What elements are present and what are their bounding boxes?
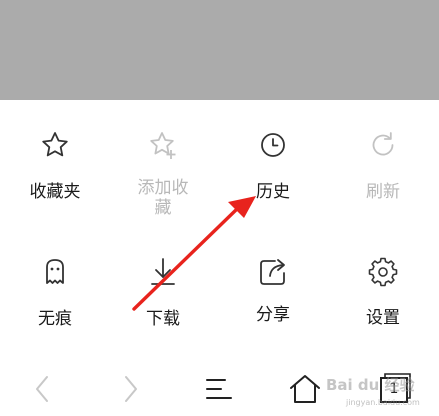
watermark: Bai du 经验 jingyan.baidu.com (326, 372, 436, 412)
menu-item-label: 下载 (146, 309, 180, 329)
chevron-right-icon (125, 376, 137, 402)
menu-item-downloads[interactable]: 下载 (108, 255, 218, 329)
menu-icon (206, 379, 232, 399)
menu-item-label: 分享 (256, 305, 290, 325)
menu-item-refresh[interactable]: 刷新 (328, 128, 438, 202)
menu-item-favorites[interactable]: 收藏夹 (0, 128, 110, 202)
gear-icon (368, 257, 398, 287)
back-button[interactable] (13, 362, 73, 416)
menu-item-label: 历史 (256, 182, 290, 202)
menu-button[interactable] (188, 362, 248, 416)
share-icon (260, 259, 285, 285)
menu-item-label: 无痕 (38, 309, 72, 329)
refresh-icon (372, 132, 394, 156)
home-icon (290, 375, 320, 403)
menu-item-incognito[interactable]: 无痕 (0, 255, 110, 329)
dimmed-page-overlay[interactable] (0, 0, 439, 100)
menu-item-share[interactable]: 分享 (218, 255, 328, 325)
menu-item-label: 刷新 (366, 182, 400, 202)
star-plus-icon (150, 132, 176, 159)
chevron-left-icon (36, 376, 48, 402)
download-icon (151, 258, 175, 285)
forward-button[interactable] (100, 362, 160, 416)
clock-icon (261, 133, 285, 157)
menu-item-settings[interactable]: 设置 (328, 255, 438, 328)
menu-item-label: 收藏夹 (29, 182, 81, 202)
menu-item-history[interactable]: 历史 (218, 128, 328, 202)
watermark-sub: jingyan.baidu.com (346, 398, 420, 407)
menu-item-label: 设置 (366, 308, 400, 328)
ghost-icon (46, 259, 64, 284)
watermark-text: Bai du 经验 (326, 376, 415, 394)
menu-item-label: 添加收 藏 (137, 178, 189, 218)
menu-item-add-favorite[interactable]: 添加收 藏 (108, 128, 218, 218)
star-icon (42, 132, 68, 157)
